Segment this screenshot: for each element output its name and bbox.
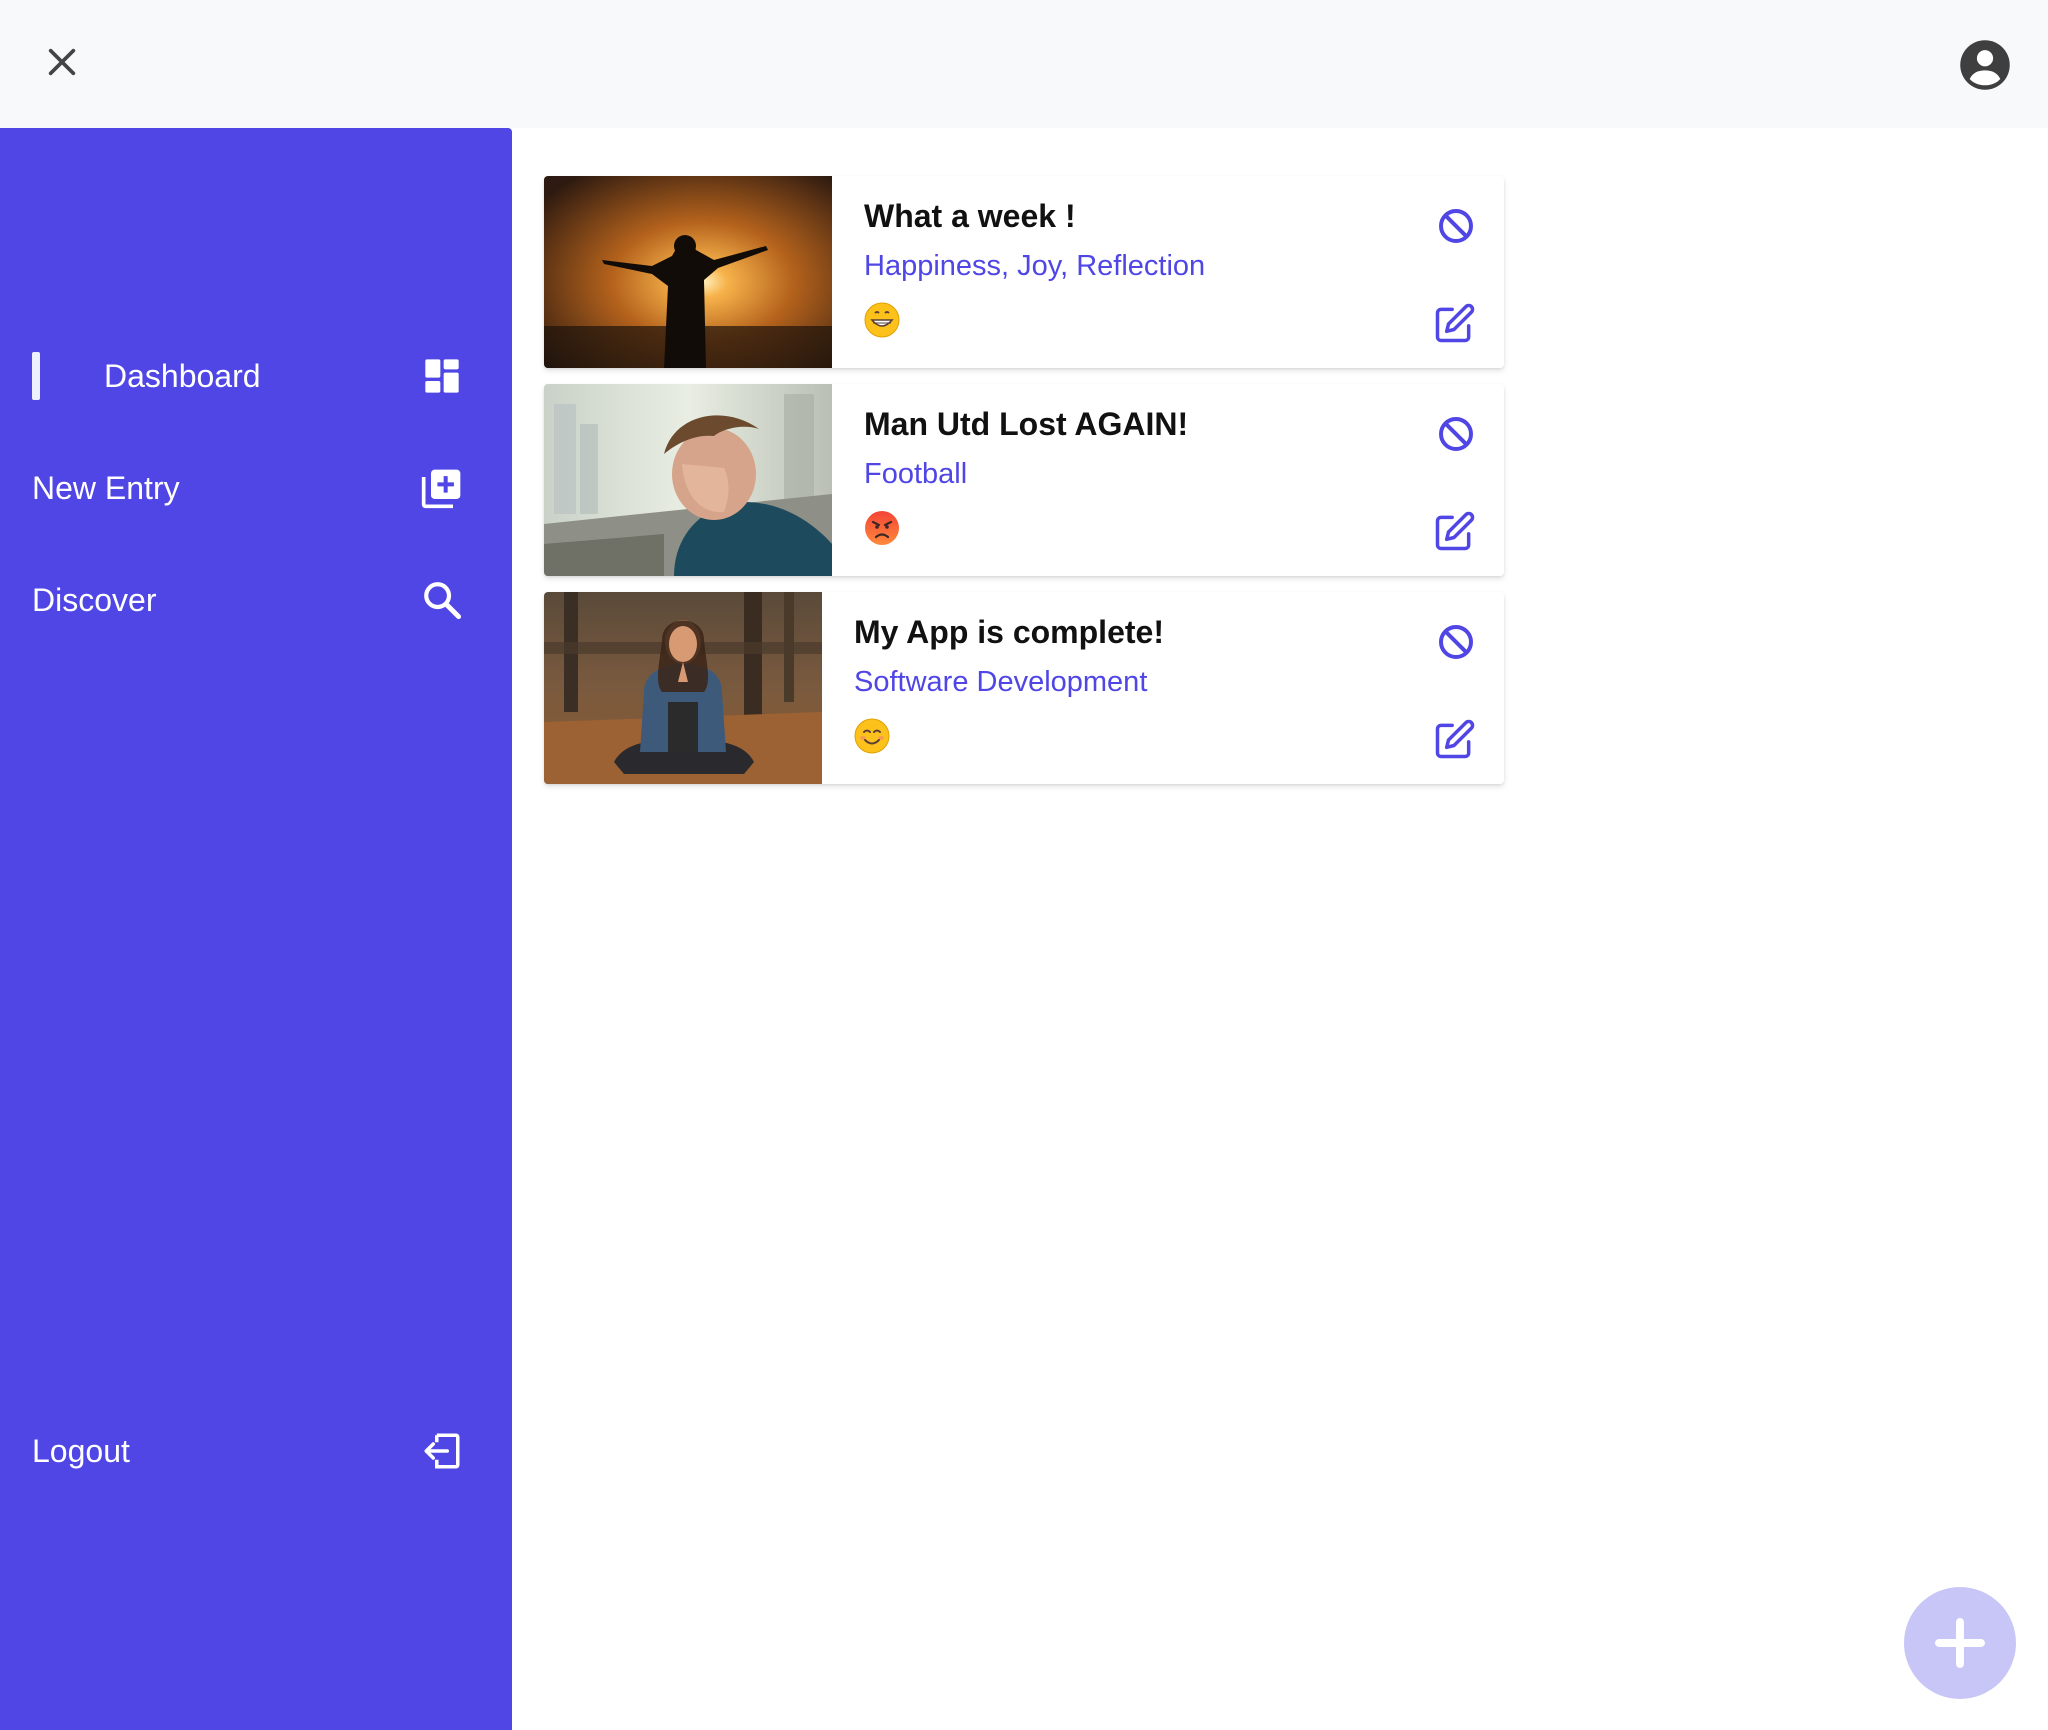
grinning-face-emoji-icon <box>864 302 900 338</box>
block-icon[interactable] <box>1436 206 1476 246</box>
search-icon <box>420 578 464 622</box>
entry-image <box>544 176 832 368</box>
block-icon[interactable] <box>1436 622 1476 662</box>
active-indicator <box>32 352 40 400</box>
sidebar-item-new-entry[interactable]: New Entry <box>0 452 512 524</box>
sidebar-item-discover[interactable]: Discover <box>0 564 512 636</box>
edit-icon[interactable] <box>1432 510 1476 554</box>
entry-tags: Software Development <box>854 666 1148 698</box>
entry-card[interactable]: My App is complete! Software Development <box>544 592 1504 784</box>
edit-icon[interactable] <box>1432 302 1476 346</box>
entry-image <box>544 592 822 784</box>
sidebar-item-label: Logout <box>32 1432 130 1469</box>
account-circle-icon[interactable] <box>1958 38 2012 92</box>
entry-card[interactable]: What a week ! Happiness, Joy, Reflection <box>544 176 1504 368</box>
angry-face-emoji-icon <box>864 510 900 546</box>
entry-tags: Happiness, Joy, Reflection <box>864 250 1206 282</box>
close-icon[interactable] <box>38 38 86 86</box>
sidebar-item-label: Dashboard <box>104 357 261 394</box>
edit-icon[interactable] <box>1432 718 1476 762</box>
sidebar-item-label: Discover <box>32 581 157 618</box>
entry-title: Man Utd Lost AGAIN! <box>864 406 1189 442</box>
top-app-bar <box>0 0 2048 128</box>
plus-icon <box>1935 1618 1985 1668</box>
dashboard-icon <box>420 354 464 398</box>
sidebar-item-dashboard[interactable]: Dashboard <box>0 340 512 412</box>
sidebar-item-logout[interactable]: Logout <box>0 1415 512 1487</box>
add-box-icon <box>420 466 464 510</box>
sidebar-item-label: New Entry <box>32 469 180 506</box>
entry-image <box>544 384 832 576</box>
smiling-face-emoji-icon <box>854 718 890 754</box>
add-entry-fab[interactable] <box>1904 1587 2016 1699</box>
entry-title: What a week ! <box>864 198 1076 234</box>
logout-icon <box>420 1429 464 1473</box>
sidebar: Dashboard New Entry Discover Logout <box>0 128 512 1730</box>
entry-tags: Football <box>864 458 968 490</box>
entry-card[interactable]: Man Utd Lost AGAIN! Football <box>544 384 1504 576</box>
block-icon[interactable] <box>1436 414 1476 454</box>
entry-title: My App is complete! <box>854 614 1164 650</box>
